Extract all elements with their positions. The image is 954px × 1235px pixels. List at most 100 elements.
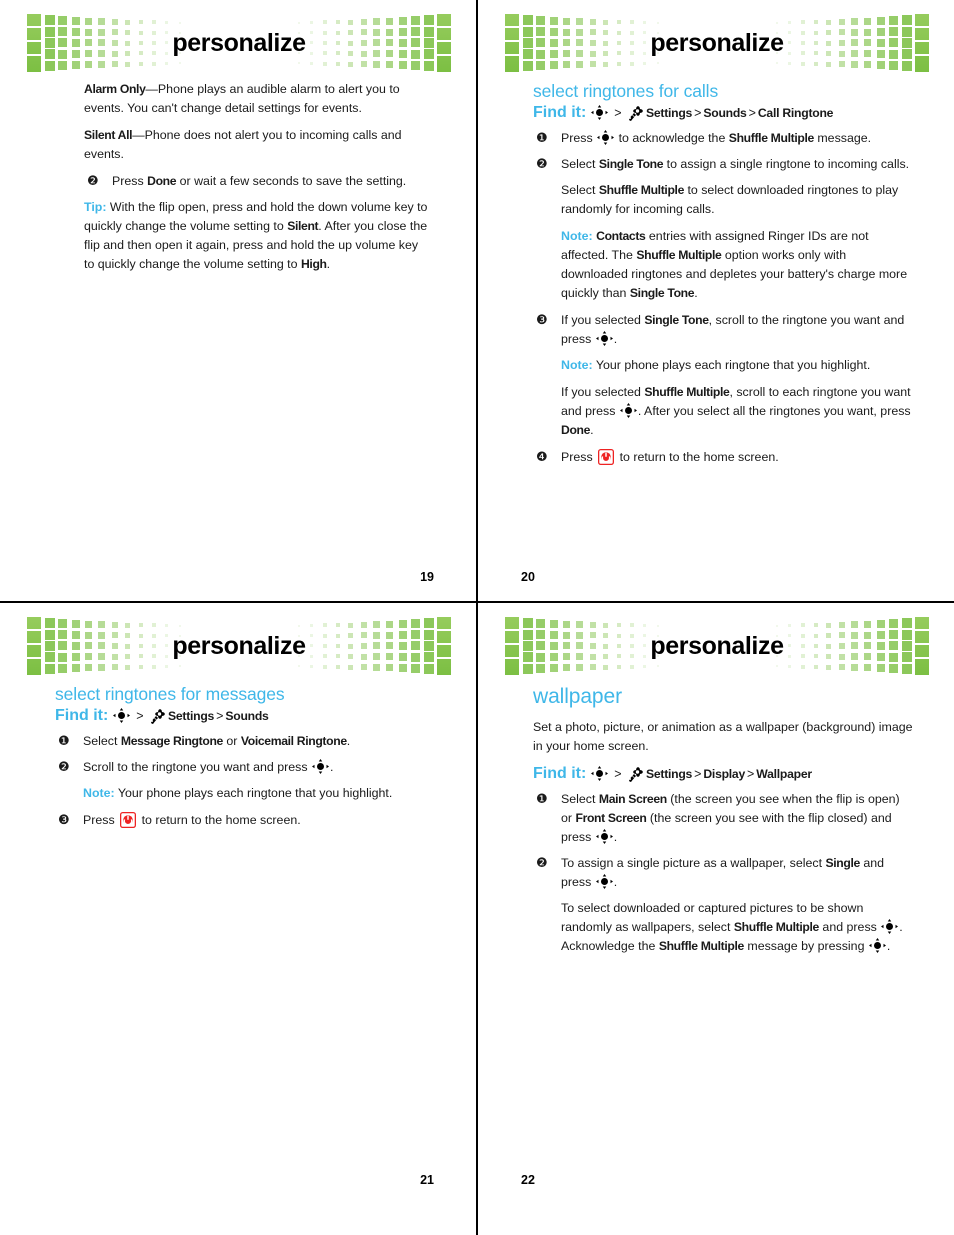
path-separator: >	[136, 709, 144, 723]
step-number: ❷	[87, 174, 99, 189]
option-voicemail-ringtone: Voicemail Ringtone	[240, 734, 347, 748]
step-text: message.	[813, 131, 872, 145]
paragraph-alarm-only: Alarm Only—Phone plays an audible alarm …	[84, 80, 429, 118]
chapter-title: personalize	[172, 28, 306, 57]
path-item-sounds: Sounds	[225, 709, 269, 723]
page-19: personalize Alarm Only—Phone plays an au…	[0, 0, 477, 601]
tip-label: Tip:	[84, 200, 107, 214]
step-text: .	[613, 830, 618, 844]
option-shuffle-multiple: Shuffle Multiple	[658, 939, 744, 953]
find-it-label: Find it:	[55, 707, 109, 724]
path-item-display: Display	[703, 767, 745, 781]
step-number: ❸	[536, 313, 548, 328]
settings-gear-icon	[627, 766, 644, 782]
paragraph-intro: Set a photo, picture, or animation as a …	[533, 720, 913, 753]
page-20: personalize select ringtones for calls F…	[478, 0, 954, 601]
term-silent-all: Silent All	[84, 128, 133, 142]
step-text: .	[613, 332, 618, 346]
paragraph-shuffle-multiple: Select Shuffle Multiple to select downlo…	[533, 181, 913, 219]
term-alarm-only: Alarm Only	[84, 82, 146, 96]
step-number: ❹	[536, 450, 548, 465]
navigation-key-icon	[595, 331, 613, 346]
find-it-path: Find it: > Settings > Display > Wallpaper	[533, 764, 913, 784]
note-highlight: Note: Your phone plays each ringtone tha…	[55, 784, 430, 803]
path-separator: >	[748, 106, 756, 120]
section-heading: select ringtones for messages	[55, 684, 285, 704]
vertical-crop-line	[476, 0, 478, 1235]
step-text: to return to the home screen.	[138, 813, 301, 827]
step-text: to return to the home screen.	[616, 450, 779, 464]
manual-spread-sheet: personalize Alarm Only—Phone plays an au…	[0, 0, 954, 1235]
step-text: If you selected	[561, 313, 645, 327]
path-item-settings: Settings	[645, 106, 693, 120]
step-text: .	[613, 875, 618, 889]
path-separator: >	[216, 709, 224, 723]
step-text: Press	[83, 813, 119, 827]
step-text: Press	[561, 131, 597, 145]
page-21-body: select ringtones for messages Find it: >…	[55, 683, 430, 837]
step-3: ❸ If you selected Single Tone, scroll to …	[533, 311, 913, 349]
chapter-title: personalize	[650, 631, 784, 660]
path-separator: >	[694, 106, 702, 120]
paragraph-shuffle-multiple: To select downloaded or captured picture…	[533, 899, 913, 956]
step-2: ❷ To assign a single picture as a wallpap…	[533, 854, 913, 892]
path-separator: >	[746, 767, 755, 781]
option-single-tone: Single Tone	[644, 313, 709, 327]
option-shuffle-multiple: Shuffle Multiple	[636, 248, 722, 262]
step-number: ❷	[536, 856, 548, 871]
note-label: Note:	[83, 786, 115, 800]
step-2: ❷ Press Done or wait a few seconds to sav…	[84, 172, 429, 191]
chapter-banner: personalize	[27, 14, 451, 72]
step-text: .	[329, 760, 334, 774]
navigation-key-icon	[112, 708, 130, 723]
step-text: Press	[561, 450, 597, 464]
option-shuffle-multiple: Shuffle Multiple	[728, 131, 814, 145]
option-main-screen: Main Screen	[598, 792, 667, 806]
note-label: Note:	[561, 358, 593, 372]
option-shuffle-multiple: Shuffle Multiple	[644, 385, 730, 399]
section-heading: wallpaper	[533, 685, 622, 708]
text: If you selected	[561, 385, 645, 399]
page-22: personalize wallpaper Set a photo, pictu…	[478, 603, 954, 1204]
step-text: to acknowledge the	[615, 131, 729, 145]
note-contacts: Note: Contacts entries with assigned Rin…	[533, 227, 913, 303]
navigation-key-icon	[881, 919, 899, 934]
step-number: ❶	[536, 792, 548, 807]
path-separator: >	[614, 106, 622, 120]
setting-silent: Silent	[287, 219, 319, 233]
end-call-key-icon	[598, 449, 615, 465]
step-text: Scroll to the ringtone you want and pres…	[83, 760, 311, 774]
note-highlight: Note: Your phone plays each ringtone tha…	[533, 356, 913, 375]
option-shuffle-multiple: Shuffle Multiple	[598, 183, 685, 197]
step-2: ❷ Select Single Tone to assign a single r…	[533, 155, 913, 174]
option-single: Single	[825, 856, 860, 870]
page-number: 21	[420, 1173, 434, 1187]
path-item-wallpaper: Wallpaper	[756, 767, 812, 781]
paragraph-silent-all: Silent All—Phone does not alert you to i…	[84, 126, 429, 164]
step-1: ❶ Press to acknowledge the Shuffle Multip…	[533, 129, 913, 148]
find-it-path: Find it: > Settings > Sounds > Call Ringtone	[533, 103, 913, 123]
option-single-tone: Single Tone	[629, 286, 695, 300]
navigation-key-icon	[595, 874, 613, 889]
settings-gear-icon	[149, 708, 166, 724]
step-text: or	[222, 734, 241, 748]
option-single-tone: Single Tone	[598, 157, 664, 171]
step-2: ❷ Scroll to the ringtone you want and pre…	[55, 758, 430, 777]
find-it-path: Find it: > Settings > Sounds	[55, 706, 430, 726]
chapter-banner: personalize	[505, 617, 929, 675]
page-22-body: wallpaper Set a photo, picture, or anima…	[533, 683, 913, 964]
page-19-body: Alarm Only—Phone plays an audible alarm …	[84, 80, 429, 282]
chapter-banner: personalize	[505, 14, 929, 72]
option-shuffle-multiple: Shuffle Multiple	[733, 920, 819, 934]
navigation-key-icon	[590, 105, 608, 120]
text: .	[886, 939, 891, 953]
section-heading: select ringtones for calls	[533, 81, 719, 101]
navigation-key-icon	[311, 759, 329, 774]
setting-high: High	[300, 257, 327, 271]
step-4: ❹ Press to return to the home screen.	[533, 448, 913, 467]
step-3: ❸ Press to return to the home screen.	[55, 811, 430, 830]
tip-text-3: .	[326, 257, 331, 271]
navigation-key-icon	[868, 938, 886, 953]
navigation-key-icon	[590, 766, 608, 781]
page-number: 19	[420, 570, 434, 584]
